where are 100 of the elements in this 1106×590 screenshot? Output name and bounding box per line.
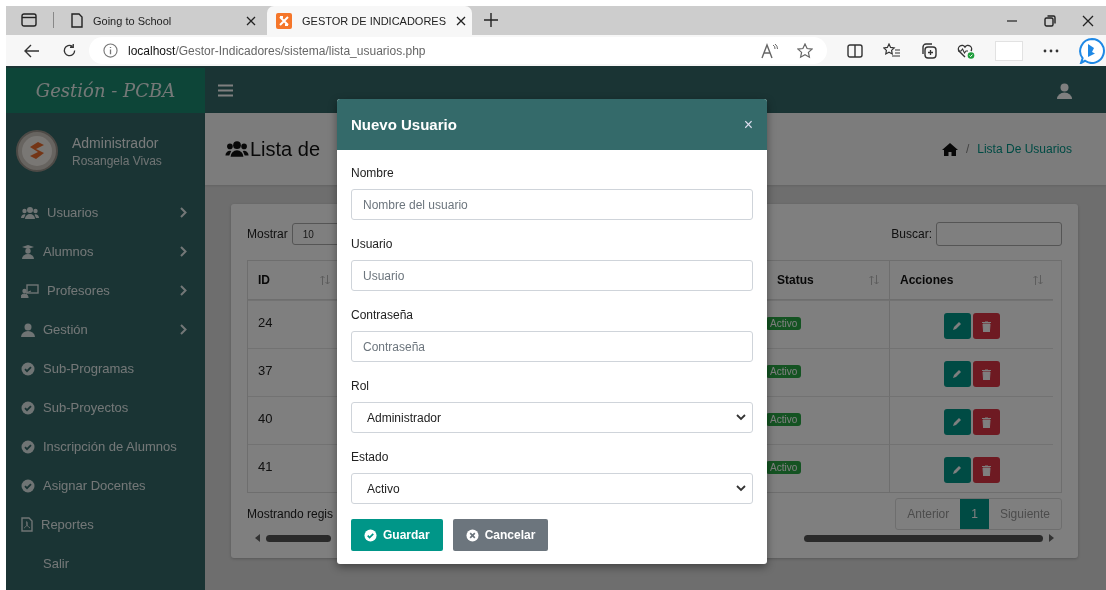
close-circle-icon <box>465 528 479 542</box>
health-heart-icon[interactable] <box>957 42 975 59</box>
more-options-icon[interactable] <box>1043 48 1059 53</box>
breadcrumb-separator: / <box>965 142 970 156</box>
split-screen-icon[interactable] <box>847 43 863 58</box>
horizontal-scrollbar[interactable] <box>255 532 331 544</box>
users-icon <box>225 140 249 158</box>
edit-button[interactable] <box>943 409 971 435</box>
field-label: Estado <box>351 450 390 466</box>
read-aloud-icon[interactable] <box>761 42 779 59</box>
edit-button[interactable] <box>943 457 971 483</box>
users-icon <box>21 205 39 220</box>
back-icon[interactable] <box>24 43 40 58</box>
save-button[interactable]: Guardar <box>351 519 443 551</box>
sidebar-item[interactable]: Inscripción de Alumnos <box>6 427 205 466</box>
chevron-right-icon <box>180 285 187 296</box>
close-icon[interactable] <box>1082 15 1094 27</box>
trash-icon <box>981 464 991 476</box>
sidebar-item[interactable]: Asignar Docentes <box>6 466 205 505</box>
status-badge: Activo <box>766 413 802 426</box>
scroll-right-icon <box>1049 534 1054 542</box>
collections-icon[interactable] <box>921 42 937 59</box>
cancel-button[interactable]: Cancelar <box>452 519 549 551</box>
trash-icon <box>981 416 991 428</box>
browser-tab[interactable]: Going to School <box>62 6 267 35</box>
chevron-down-icon <box>736 414 746 421</box>
close-button[interactable]: × <box>743 115 753 134</box>
delete-button[interactable] <box>972 457 1000 483</box>
document-icon <box>21 517 33 532</box>
status-badge: Activo <box>766 461 802 474</box>
edit-button[interactable] <box>943 361 971 387</box>
sort-icon <box>1033 275 1043 285</box>
status-badge: Activo <box>766 317 802 330</box>
delete-button[interactable] <box>972 409 1000 435</box>
student-icon <box>21 244 35 259</box>
close-icon[interactable] <box>246 15 256 26</box>
sidebar-item[interactable]: Gestión <box>6 310 205 349</box>
sidebar-item[interactable]: Sub-Proyectos <box>6 388 205 427</box>
page-title: Lista de <box>250 137 321 161</box>
pencil-icon <box>952 369 962 379</box>
pagination-button[interactable]: 1 <box>960 499 989 529</box>
avatar-icon <box>16 130 58 172</box>
sidebar-item[interactable]: Usuarios <box>6 193 205 232</box>
select-field[interactable]: Activo <box>351 473 753 504</box>
sidebar-item[interactable]: Alumnos <box>6 232 205 271</box>
trash-icon <box>981 368 991 380</box>
sidebar-item[interactable]: Salir <box>6 544 205 583</box>
field-label: Nombre <box>351 166 395 182</box>
breadcrumb-link[interactable]: Lista De Usuarios <box>977 142 1072 156</box>
sidebar-item[interactable]: Sub-Programas <box>6 349 205 388</box>
search-field[interactable] <box>936 222 1062 246</box>
refresh-icon[interactable] <box>62 43 77 58</box>
restore-icon[interactable] <box>1044 15 1056 27</box>
chevron-down-icon <box>736 485 746 492</box>
brand-logo[interactable]: Gestión - PCBA <box>6 68 205 113</box>
search-label: Buscar: <box>891 227 932 241</box>
tab-actions-icon[interactable] <box>21 13 37 27</box>
new-tab-icon[interactable] <box>484 13 498 27</box>
show-label: Mostrar <box>247 227 288 241</box>
xampp-logo-icon <box>276 12 292 29</box>
chevron-right-icon <box>180 246 187 257</box>
check-circle-icon <box>21 478 35 493</box>
column-header[interactable]: Acciones <box>889 261 1053 300</box>
user-name: Rosangela Vivas <box>72 153 162 168</box>
edit-button[interactable] <box>943 313 971 339</box>
user-icon[interactable] <box>1057 82 1072 99</box>
delete-button[interactable] <box>972 313 1000 339</box>
trash-icon <box>981 320 991 332</box>
menu-icon[interactable] <box>218 84 233 97</box>
field-label: Contraseña <box>351 308 415 324</box>
pencil-icon <box>952 321 962 331</box>
sort-icon <box>320 275 330 285</box>
input-field[interactable]: Usuario <box>351 260 753 291</box>
close-icon[interactable] <box>456 15 467 26</box>
favorite-star-icon[interactable] <box>797 42 813 59</box>
copilot-logo-icon[interactable] <box>1079 37 1105 64</box>
input-field[interactable]: Nombre del usuario <box>351 189 753 220</box>
sort-icon <box>869 275 879 285</box>
url-text: localhost/Gestor-Indicadores/sistema/lista_usuarios.php <box>128 43 426 58</box>
favorites-list-icon[interactable] <box>883 42 901 59</box>
scroll-left-icon <box>255 534 260 542</box>
delete-button[interactable] <box>972 361 1000 387</box>
home-icon[interactable] <box>941 142 958 156</box>
user-role: Administrador <box>72 134 160 151</box>
info-icon <box>103 43 118 58</box>
sidebar-item[interactable]: Reportes <box>6 505 205 544</box>
status-badge: Activo <box>766 365 802 378</box>
address-bar[interactable]: localhost/Gestor-Indicadores/sistema/lista_usuarios.php <box>89 37 827 64</box>
user-icon <box>21 322 35 337</box>
select-field[interactable]: Administrador <box>351 402 753 433</box>
input-field[interactable]: Contraseña <box>351 331 753 362</box>
check-circle-icon <box>21 361 35 376</box>
chevron-right-icon <box>180 324 187 335</box>
browser-tab[interactable]: GESTOR DE INDICADORES <box>267 6 472 35</box>
check-circle-icon <box>21 439 35 454</box>
sidebar-item[interactable]: Profesores <box>6 271 205 310</box>
horizontal-scrollbar[interactable] <box>804 532 1054 544</box>
pencil-icon <box>952 417 962 427</box>
page-icon <box>71 13 83 28</box>
check-circle-icon <box>364 528 377 542</box>
